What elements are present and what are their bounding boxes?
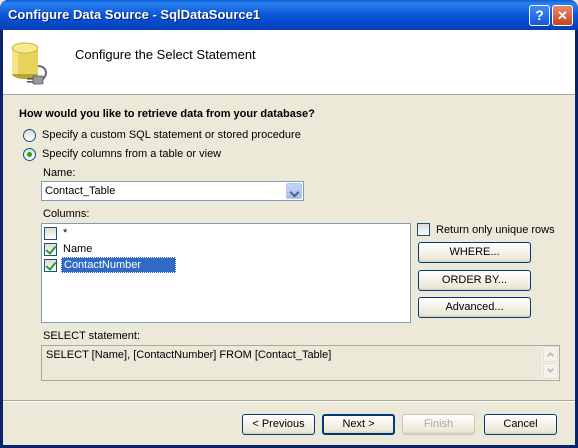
- name-label: Name:: [43, 167, 76, 179]
- wizard-header: Configure the Select Statement: [3, 30, 575, 95]
- column-label: *: [63, 227, 68, 239]
- select-scrollbar[interactable]: [542, 346, 559, 380]
- previous-button[interactable]: < Previous: [242, 414, 315, 435]
- list-item[interactable]: *: [44, 225, 69, 241]
- footer-divider: [3, 400, 575, 402]
- unique-rows-label: Return only unique rows: [436, 223, 555, 236]
- list-item[interactable]: Name: [44, 241, 94, 257]
- close-button[interactable]: ✕: [552, 5, 573, 26]
- select-statement-box: SELECT [Name], [ContactNumber] FROM [Con…: [41, 345, 560, 381]
- table-name-dropdown[interactable]: Contact_Table: [41, 181, 304, 201]
- database-plug-icon: [11, 42, 47, 85]
- window-title: Configure Data Source - SqlDataSource1: [8, 7, 261, 22]
- next-button[interactable]: Next >: [322, 414, 395, 435]
- column-label: Name: [63, 243, 93, 255]
- chevron-down-icon[interactable]: [286, 183, 302, 199]
- custom-sql-label: Specify a custom SQL statement or stored…: [42, 129, 301, 141]
- advanced-button[interactable]: Advanced...: [418, 297, 531, 318]
- cancel-button[interactable]: Cancel: [484, 414, 557, 435]
- columns-label: Columns:: [43, 208, 90, 220]
- custom-sql-option[interactable]: Specify a custom SQL statement or stored…: [23, 128, 301, 142]
- select-statement-text: SELECT [Name], [ContactNumber] FROM [Con…: [46, 349, 332, 361]
- wizard-step-title: Configure the Select Statement: [75, 47, 256, 62]
- select-statement-label: SELECT statement:: [43, 330, 141, 342]
- dialog-body: Configure the Select Statement How would…: [3, 30, 575, 445]
- custom-sql-radio[interactable]: [23, 128, 36, 142]
- where-button[interactable]: WHERE...: [418, 242, 531, 263]
- unique-rows-checkbox[interactable]: [417, 223, 430, 236]
- columns-option[interactable]: Specify columns from a table or view: [23, 147, 221, 161]
- scroll-down-icon[interactable]: [543, 363, 558, 379]
- columns-option-label: Specify columns from a table or view: [42, 148, 222, 160]
- dialog-window: Configure Data Source - SqlDataSource1 ?…: [0, 0, 578, 448]
- table-name-value: Contact_Table: [45, 185, 116, 197]
- title-bar[interactable]: Configure Data Source - SqlDataSource1 ?…: [0, 0, 578, 30]
- retrieve-question: How would you like to retrieve data from…: [19, 108, 315, 120]
- list-item[interactable]: ContactNumber: [44, 257, 176, 273]
- column-checkbox-name[interactable]: [44, 242, 57, 256]
- scroll-up-icon[interactable]: [543, 346, 558, 362]
- column-checkbox-star[interactable]: [44, 226, 57, 240]
- finish-button[interactable]: Finish: [402, 414, 475, 435]
- columns-radio[interactable]: [23, 147, 36, 161]
- column-label: ContactNumber: [61, 257, 176, 273]
- help-button[interactable]: ?: [529, 5, 550, 26]
- order-by-button[interactable]: ORDER BY...: [418, 270, 531, 291]
- column-checkbox-contactnumber[interactable]: [44, 258, 57, 272]
- unique-rows-option[interactable]: Return only unique rows: [417, 223, 555, 236]
- columns-list[interactable]: * Name ContactNumber: [41, 223, 411, 323]
